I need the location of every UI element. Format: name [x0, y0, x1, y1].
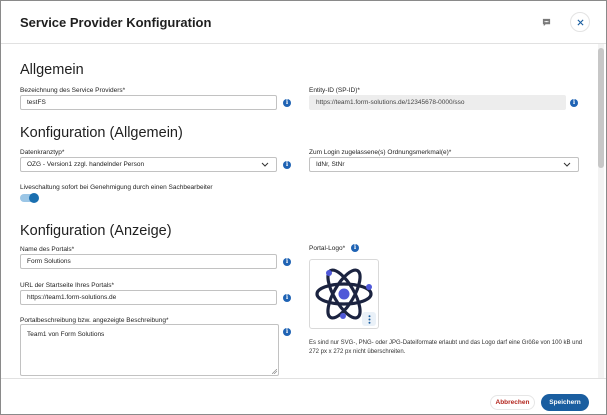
provider-name-label: Bezeichnung des Service Providers*	[20, 87, 126, 94]
info-icon[interactable]: i	[283, 294, 291, 302]
info-icon[interactable]: i	[351, 244, 359, 252]
cancel-button[interactable]: Abbrechen	[490, 395, 535, 410]
info-icon[interactable]: i	[283, 258, 291, 266]
info-icon[interactable]: i	[283, 99, 291, 107]
toggle-knob	[29, 193, 39, 203]
login-merkmal-select[interactable]: IdNr, StNr	[309, 157, 579, 172]
service-provider-dialog: Service Provider Konfiguration Allgemein…	[0, 0, 607, 415]
chevron-down-icon	[260, 160, 270, 170]
dialog-title: Service Provider Konfiguration	[20, 15, 212, 30]
scrollbar-thumb[interactable]	[598, 48, 604, 168]
portal-name-label: Name des Portals*	[20, 246, 75, 253]
login-merkmal-value: IdNr, StNr	[316, 161, 345, 168]
close-button[interactable]	[570, 12, 590, 32]
entity-id-label: Entity-ID (SP-ID)*	[309, 87, 360, 94]
close-icon	[576, 18, 584, 26]
info-icon[interactable]: i	[570, 99, 578, 107]
header-divider	[1, 43, 606, 44]
entity-id-field: https://team1.form-solutions.de/12345678…	[309, 95, 566, 110]
portal-url-input[interactable]: https://team1.form-solutions.de	[20, 290, 277, 305]
portal-description-textarea[interactable]: Team1 von Form Solutions	[20, 324, 279, 376]
provider-name-input[interactable]: testFS	[20, 95, 277, 110]
chevron-down-icon	[562, 160, 572, 170]
datenkranz-value: OZG - Version1 zzgl. handelnder Person	[27, 161, 145, 168]
chat-bubble-icon	[542, 18, 550, 26]
info-icon[interactable]: i	[283, 328, 291, 336]
save-button[interactable]: Speichern	[541, 394, 589, 411]
datenkranz-label: Datenkranztyp*	[20, 149, 65, 156]
login-merkmal-label: Zum Login zugelassene(s) Ordnungsmerkmal…	[309, 149, 452, 156]
portal-url-label: URL der Startseite Ihres Portals*	[20, 282, 115, 289]
portal-logo-preview	[309, 259, 379, 329]
liveschaltung-label: Liveschaltung sofort bei Genehmigung dur…	[20, 184, 213, 191]
portal-name-input[interactable]: Form Solutions	[20, 254, 277, 269]
portal-logo-label: Portal-Logo*	[309, 245, 346, 252]
logo-format-note: Es sind nur SVG-, PNG- oder JPG-Dateifor…	[309, 340, 583, 355]
footer-divider	[1, 378, 606, 379]
dialog-header: Service Provider Konfiguration	[1, 1, 606, 43]
section-title-konfiguration-anzeige: Konfiguration (Anzeige)	[20, 223, 172, 239]
more-vertical-icon	[368, 314, 370, 324]
liveschaltung-toggle[interactable]	[20, 193, 39, 203]
section-title-konfiguration-allgemein: Konfiguration (Allgemein)	[20, 125, 183, 141]
datenkranz-select[interactable]: OZG - Version1 zzgl. handelnder Person	[20, 157, 277, 172]
info-icon[interactable]: i	[283, 161, 291, 169]
logo-menu-button[interactable]	[362, 312, 376, 326]
chat-button[interactable]	[536, 12, 556, 32]
portal-description-label: Portalbeschreibung bzw. angezeigte Besch…	[20, 317, 169, 324]
scrollbar[interactable]	[598, 44, 604, 378]
section-title-allgemein: Allgemein	[20, 62, 84, 78]
resize-handle-icon[interactable]	[272, 369, 277, 374]
